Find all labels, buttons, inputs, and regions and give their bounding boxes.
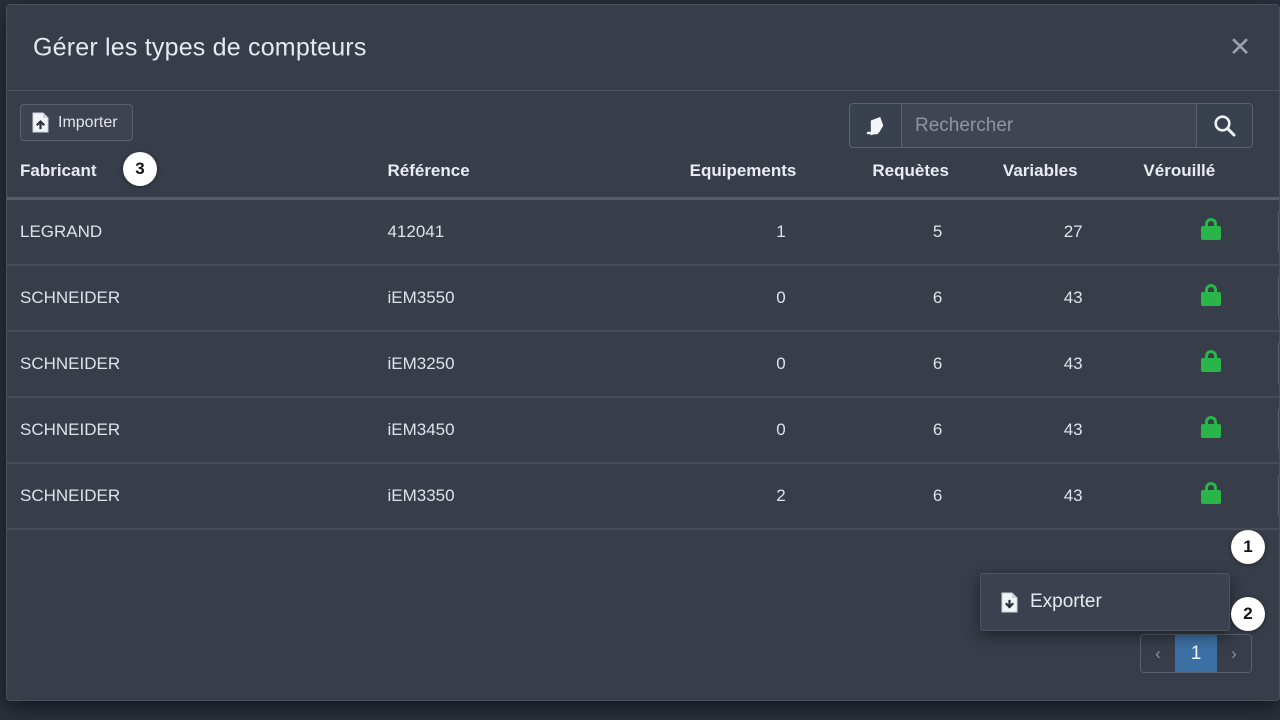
cell-requetes: 6 (872, 396, 1003, 464)
pagination-prev[interactable]: ‹ (1141, 635, 1175, 672)
cell-requetes: 5 (872, 198, 1003, 266)
cell-variables: 43 (1002, 330, 1144, 398)
cell-equipements: 0 (689, 330, 873, 398)
modal-header: Gérer les types de compteurs ✕ (7, 5, 1279, 91)
cell-variables: 43 (1002, 264, 1144, 332)
callout-badge-1: 1 (1231, 530, 1265, 564)
column-header-reference[interactable]: Référence (387, 161, 690, 200)
pagination-page-1[interactable]: 1 (1175, 635, 1217, 672)
column-header-equipements[interactable]: Equipements (689, 161, 873, 200)
cell-verouille (1143, 330, 1278, 398)
cell-requetes: 6 (872, 264, 1003, 332)
table-header: Fabricant Référence Equipements Requètes… (7, 161, 1279, 200)
column-header-requetes[interactable]: Requètes (872, 161, 1003, 200)
table-row: SCHNEIDERiEM32500643 Action (7, 330, 1280, 398)
menu-item-exporter[interactable]: Exporter (981, 582, 1229, 622)
cell-variables: 43 (1002, 396, 1144, 464)
cell-reference: 412041 (387, 198, 690, 266)
search-icon[interactable] (1197, 103, 1253, 148)
table-row: SCHNEIDERiEM35500643 Action (7, 264, 1280, 332)
pagination: ‹ 1 › (1140, 634, 1252, 673)
column-header-fabricant[interactable]: Fabricant (7, 161, 388, 200)
cell-verouille (1143, 264, 1278, 332)
import-button[interactable]: Importer (20, 104, 133, 141)
cell-fabricant: SCHNEIDER (7, 264, 388, 332)
search-group (849, 103, 1253, 148)
file-download-icon (1001, 592, 1018, 613)
cell-action: Action (1277, 396, 1280, 464)
close-icon[interactable]: ✕ (1225, 33, 1255, 63)
column-header-verouille[interactable]: Vérouillé (1143, 161, 1278, 200)
cell-fabricant: LEGRAND (7, 198, 388, 266)
lock-closed-icon (1200, 482, 1221, 504)
toolbar: Importer (7, 91, 1279, 161)
cell-requetes: 6 (872, 462, 1003, 530)
cell-verouille (1143, 462, 1278, 530)
table-header-row: Fabricant Référence Equipements Requètes… (7, 161, 1279, 200)
lock-closed-icon (1200, 218, 1221, 241)
callout-badge-2: 2 (1231, 597, 1265, 631)
lock-closed-icon (1200, 350, 1221, 372)
cell-fabricant: SCHNEIDER (7, 462, 388, 530)
column-header-variables[interactable]: Variables (1002, 161, 1144, 200)
search-input[interactable] (901, 103, 1197, 148)
cell-equipements: 0 (689, 396, 873, 464)
table-row: SCHNEIDERiEM34500643 Action (7, 396, 1280, 464)
lock-closed-icon (1200, 416, 1221, 438)
cell-fabricant: SCHNEIDER (7, 396, 388, 464)
pagination-next[interactable]: › (1217, 635, 1251, 672)
eraser-icon[interactable] (849, 103, 901, 148)
meter-types-table: Fabricant Référence Equipements Requètes… (7, 161, 1280, 530)
cell-action: Action (1277, 330, 1280, 398)
cell-equipements: 0 (689, 264, 873, 332)
cell-reference: iEM3250 (387, 330, 690, 398)
types-table-wrapper: Fabricant Référence Equipements Requètes… (7, 161, 1280, 530)
cell-reference: iEM3550 (387, 264, 690, 332)
cell-requetes: 6 (872, 330, 1003, 398)
cell-variables: 43 (1002, 462, 1144, 530)
cell-reference: iEM3450 (387, 396, 690, 464)
cell-verouille (1143, 198, 1278, 266)
import-button-label: Importer (58, 113, 118, 131)
menu-item-label: Exporter (1030, 591, 1102, 612)
cell-equipements: 2 (689, 462, 873, 530)
action-dropdown-menu: Exporter (980, 573, 1230, 631)
table-body: LEGRAND4120411527ActionSCHNEIDERiEM35500… (7, 198, 1280, 530)
cell-variables: 27 (1002, 198, 1144, 266)
column-header-action (1277, 161, 1279, 200)
file-upload-icon (32, 112, 49, 133)
cell-fabricant: SCHNEIDER (7, 330, 388, 398)
cell-action: Action (1277, 264, 1280, 332)
cell-reference: iEM3350 (387, 462, 690, 530)
callout-badge-3: 3 (123, 152, 157, 186)
table-row: LEGRAND4120411527 Action (7, 198, 1280, 266)
cell-equipements: 1 (689, 198, 873, 266)
cell-verouille (1143, 396, 1278, 464)
table-row: SCHNEIDERiEM33502643 Action (7, 462, 1280, 530)
cell-action: Action (1277, 462, 1280, 530)
lock-closed-icon (1200, 284, 1221, 306)
page-title: Gérer les types de compteurs (33, 33, 367, 61)
cell-action: Action (1277, 198, 1280, 266)
